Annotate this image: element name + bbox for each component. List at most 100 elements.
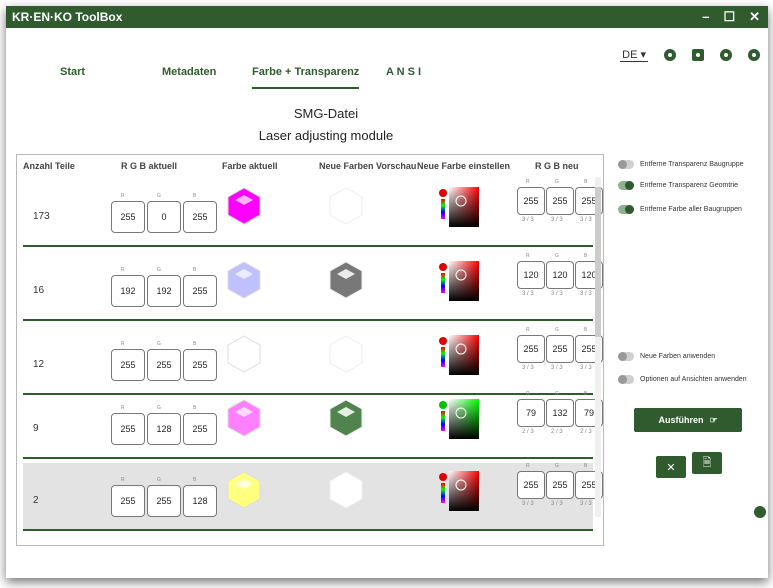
rgb-channel-label: R: [526, 179, 530, 185]
option-toggle-row[interactable]: Neue Farben anwenden: [618, 352, 715, 361]
tab-metadaten[interactable]: Metadaten: [162, 66, 216, 78]
header-rgb-new: R G B neu: [535, 161, 579, 171]
tab-start[interactable]: Start: [60, 66, 85, 78]
rgb-channel-label: G: [555, 463, 559, 469]
rgb-current-value: 255: [147, 349, 181, 381]
rgb-new-input[interactable]: 255: [546, 335, 574, 363]
option-label: Neue Farben anwenden: [640, 353, 716, 360]
rgb-channel-label: G: [555, 327, 559, 333]
award-icon[interactable]: [664, 49, 676, 61]
rgb-channel-label: B: [584, 463, 588, 469]
rgb-current-value: 255: [111, 485, 145, 517]
current-color-swatch: [227, 399, 261, 437]
maximize-button[interactable]: ☐: [723, 9, 735, 25]
table-row[interactable]: 2 R 255 G 255 B 128 R 255 3 / 3 G 255 3 / 3 B 255 3 / 3: [23, 463, 603, 531]
tab-bar: Start Metadaten Farbe + Transparenz A N …: [6, 66, 606, 96]
rgb-new-input[interactable]: 79: [517, 399, 545, 427]
app-title: KR·EN·KO ToolBox: [12, 10, 123, 24]
color-picker[interactable]: [439, 259, 479, 303]
rgb-channel-label: G: [555, 391, 559, 397]
rgb-new-ratio: 3 / 3: [551, 365, 563, 371]
rgb-channel-label: R: [121, 267, 125, 273]
close-button[interactable]: ✕: [749, 9, 760, 25]
rgb-new-ratio: 2 / 3: [522, 429, 534, 435]
settings-icon[interactable]: [692, 49, 704, 61]
option-toggle-row[interactable]: Entferne Transparenz Baugruppe: [618, 160, 744, 169]
rgb-channel-label: G: [157, 477, 161, 483]
rgb-current-value: 0: [147, 201, 181, 233]
rgb-channel-label: R: [121, 341, 125, 347]
toggle-switch[interactable]: [618, 205, 634, 214]
rgb-new-input[interactable]: 120: [546, 261, 574, 289]
preview-color-swatch: [329, 187, 363, 225]
status-icon: [754, 506, 766, 518]
rgb-current-value: 255: [183, 275, 217, 307]
rgb-new-input[interactable]: 132: [546, 399, 574, 427]
rgb-new-ratio: 2 / 3: [551, 429, 563, 435]
rgb-channel-label: R: [121, 193, 125, 199]
rgb-new-ratio: 3 / 3: [522, 501, 534, 507]
toggle-switch[interactable]: [618, 160, 634, 169]
row-count: 2: [33, 495, 39, 506]
rgb-new-ratio: 3 / 3: [551, 501, 563, 507]
table-scrollbar[interactable]: [595, 177, 601, 517]
module-heading: Laser adjusting module: [258, 128, 394, 143]
rgb-new-input[interactable]: 255: [546, 471, 574, 499]
option-label: Entferne Transparenz Geomtrie: [640, 182, 739, 189]
table-row[interactable]: 9 R 255 G 128 B 255 R 79 2 / 3 G 132 2 / 3 B 79 2 / 3: [23, 391, 603, 459]
toggle-switch[interactable]: [618, 375, 634, 384]
header-color-current: Farbe aktuell: [222, 161, 278, 171]
help-icon[interactable]: [748, 49, 760, 61]
option-label: Entferne Transparenz Baugruppe: [640, 161, 744, 168]
table-row[interactable]: 16 R 192 G 192 B 255 R 120 3 / 3 G 120 3 / 3 B 120 3 / …: [23, 253, 603, 321]
table-header: Anzahl Teile R G B aktuell Farbe aktuell…: [17, 155, 603, 177]
color-table: Anzahl Teile R G B aktuell Farbe aktuell…: [16, 154, 604, 546]
toggle-switch[interactable]: [618, 181, 634, 190]
option-toggle-row[interactable]: Entferne Farbe aller Baugruppen: [618, 205, 742, 214]
rgb-current-value: 255: [183, 349, 217, 381]
rgb-current-value: 192: [147, 275, 181, 307]
header-set-color: Neue Farbe einstellen: [417, 161, 511, 171]
tab-ansi[interactable]: A N S I: [386, 66, 421, 78]
rgb-channel-label: G: [157, 341, 161, 347]
rgb-current-value: 255: [111, 201, 145, 233]
rgb-new-ratio: 3 / 3: [551, 291, 563, 297]
rgb-channel-label: G: [157, 405, 161, 411]
rgb-channel-label: B: [584, 179, 588, 185]
rgb-new-input[interactable]: 255: [517, 187, 545, 215]
preview-color-swatch: [329, 261, 363, 299]
run-button[interactable]: Ausführen ☞: [634, 408, 742, 432]
color-picker[interactable]: [439, 333, 479, 377]
rgb-new-ratio: 3 / 3: [580, 217, 592, 223]
table-row[interactable]: 12 R 255 G 255 B 255 R 255 3 / 3 G 255 3 / 3 B 255 3 / …: [23, 327, 603, 395]
rgb-new-input[interactable]: 255: [517, 335, 545, 363]
language-select[interactable]: DE ▾: [620, 48, 648, 62]
info-icon[interactable]: [720, 49, 732, 61]
rgb-channel-label: B: [584, 391, 588, 397]
color-picker[interactable]: [439, 185, 479, 229]
rgb-current-value: 128: [183, 485, 217, 517]
option-toggle-row[interactable]: Entferne Transparenz Geomtrie: [618, 181, 738, 190]
rgb-new-ratio: 3 / 3: [522, 217, 534, 223]
toggle-switch[interactable]: [618, 352, 634, 361]
table-row[interactable]: 173 R 255 G 0 B 255 R 255 3 / 3 G 255 3 / 3 B 255 3 / 3: [23, 179, 603, 247]
rgb-channel-label: G: [555, 253, 559, 259]
color-picker[interactable]: [439, 397, 479, 441]
rgb-new-ratio: 3 / 3: [522, 291, 534, 297]
rgb-channel-label: G: [157, 267, 161, 273]
rgb-new-input[interactable]: 120: [517, 261, 545, 289]
scrollbar-thumb[interactable]: [595, 187, 601, 337]
rgb-channel-label: G: [555, 179, 559, 185]
option-toggle-row[interactable]: Optionen auf Ansichten anwenden: [618, 375, 747, 384]
rgb-new-input[interactable]: 255: [517, 471, 545, 499]
title-bar: KR·EN·KO ToolBox – ☐ ✕: [6, 6, 768, 28]
cancel-button[interactable]: ✕: [656, 456, 686, 478]
rgb-channel-label: B: [584, 253, 588, 259]
tab-farbe-transparenz[interactable]: Farbe + Transparenz: [252, 66, 360, 89]
minimize-button[interactable]: –: [702, 9, 709, 25]
file-button[interactable]: 🗎: [692, 452, 722, 474]
color-picker[interactable]: [439, 469, 479, 513]
rgb-current-value: 255: [147, 485, 181, 517]
current-color-swatch: [227, 335, 261, 373]
rgb-new-input[interactable]: 255: [546, 187, 574, 215]
